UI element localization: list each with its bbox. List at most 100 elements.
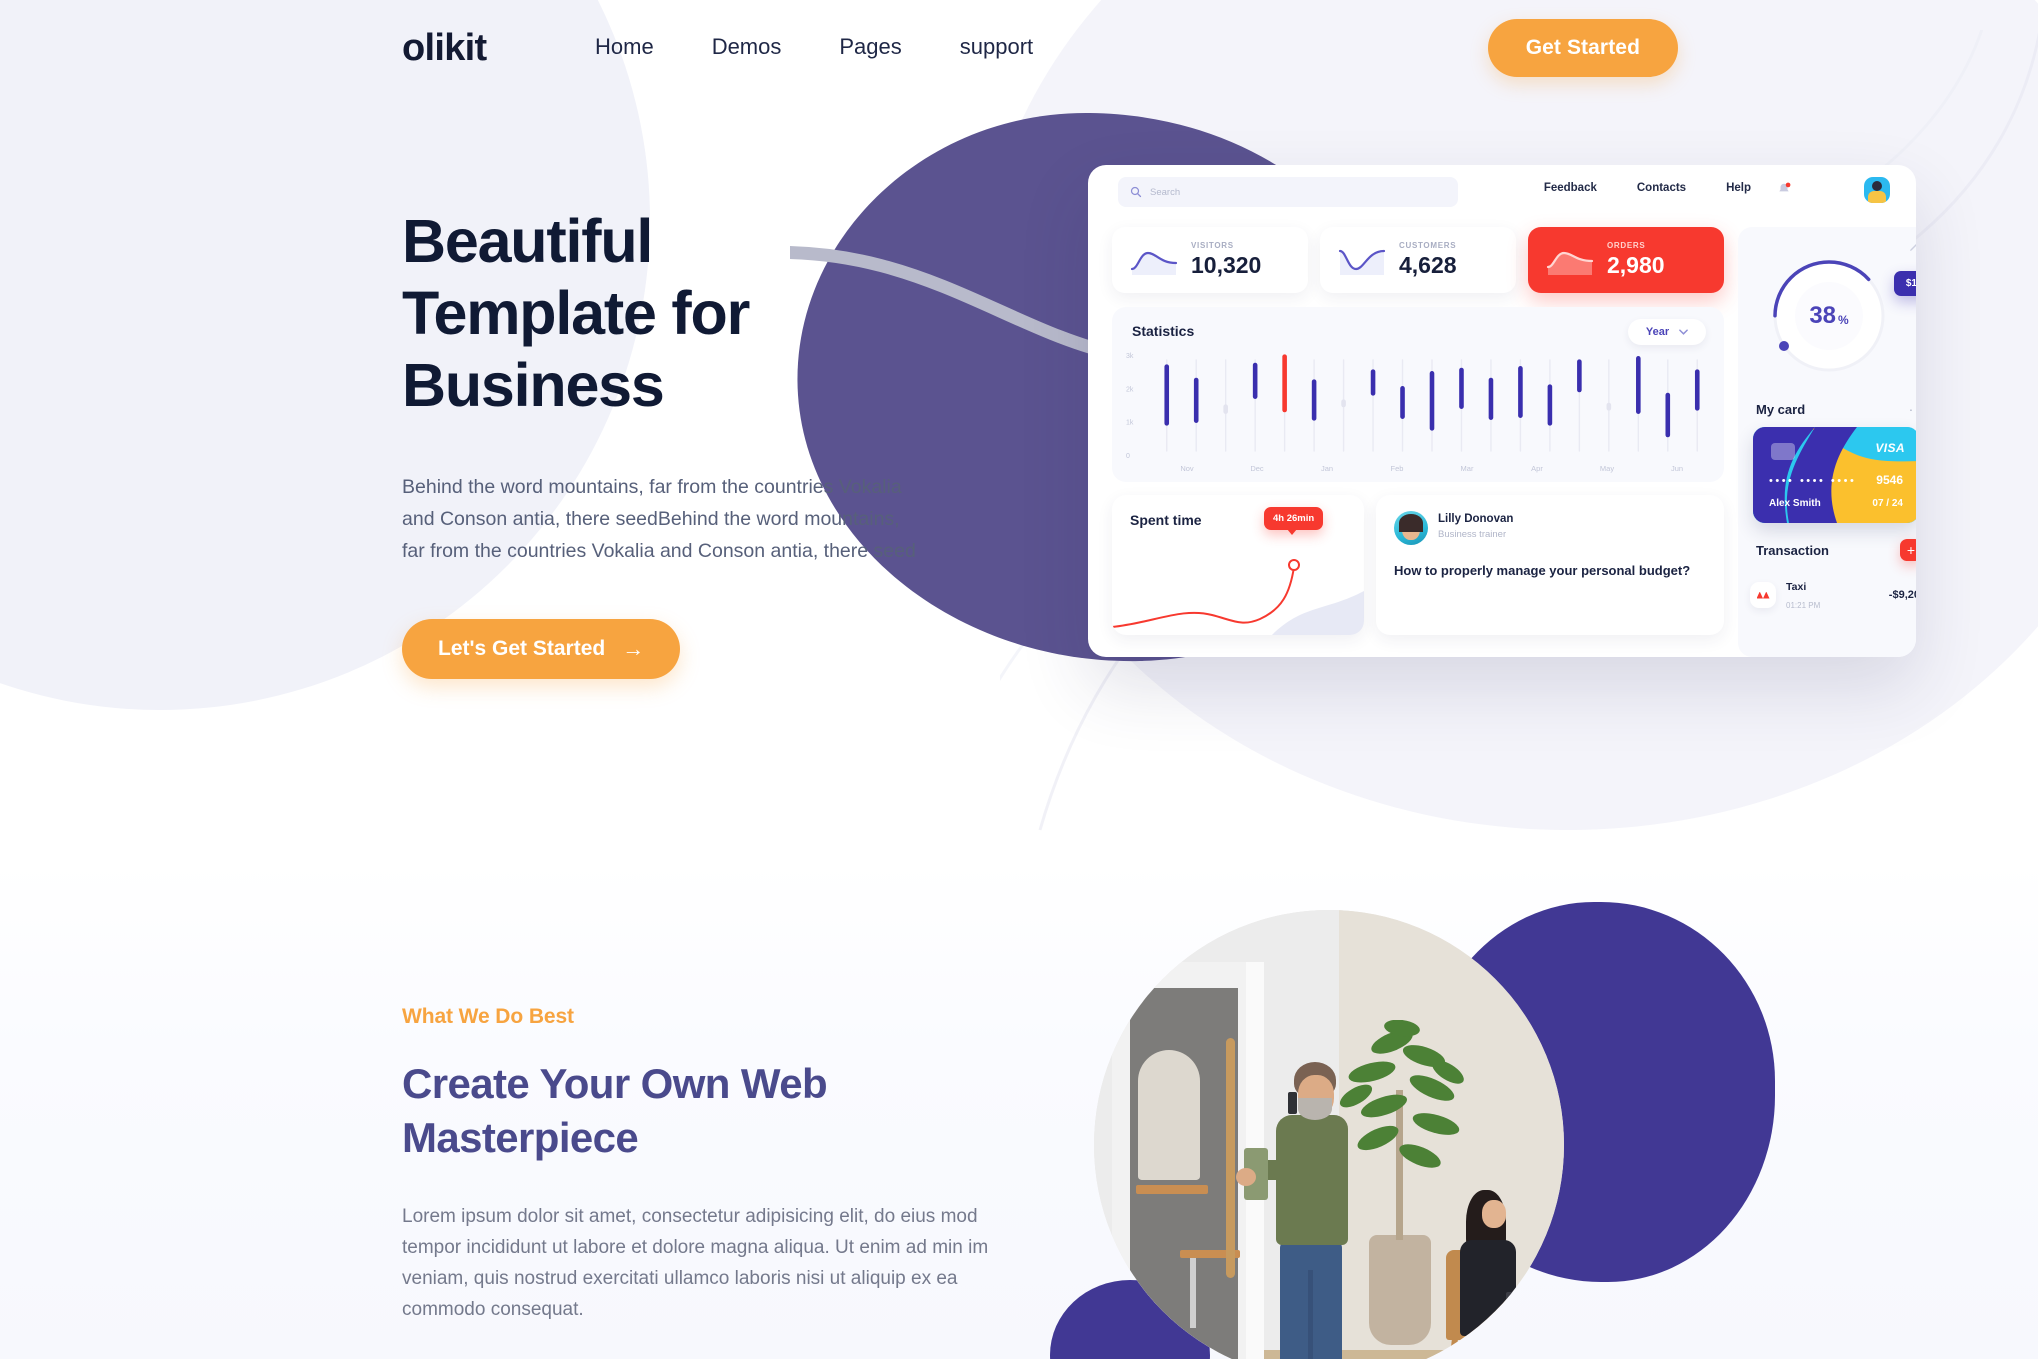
card-brand-label: VISA [1875,441,1905,455]
stat-card-text: ORDERS 2,980 [1607,241,1665,279]
stat-label: CUSTOMERS [1399,241,1457,250]
statistics-bar-chart: 0 1k 2k 3k Nov Dec Jan Feb Mar Apr May Jun [1126,353,1700,473]
section2-title: Create Your Own Web Masterpiece [402,1057,1022,1165]
hero-title-line-1: Beautiful [402,207,653,275]
card-holder-name: Alex Smith [1769,498,1821,509]
stat-value: 2,980 [1607,252,1665,278]
my-card-menu-icon[interactable]: ·· [1909,401,1916,417]
sparkline-icon [1130,251,1178,275]
svg-text:Feb: Feb [1391,464,1404,473]
office-photo [1094,910,1564,1359]
stat-card-text: VISITORS 10,320 [1191,241,1261,279]
search-icon [1130,186,1142,198]
stat-label: VISITORS [1191,241,1234,250]
hero-title-line-3: Business [402,351,665,419]
lets-get-started-label: Let's Get Started [438,637,606,660]
avatar-head [1872,181,1882,191]
transaction-time: 01:21 PM [1786,601,1821,610]
balance-amount-badge: $10,600 [1893,271,1916,296]
site-header: olikit Home Demos Pages support Get Star… [0,0,2038,98]
nav-item-home[interactable]: Home [566,34,683,60]
transaction-row[interactable]: Taxi 01:21 PM -$9,20 [1750,575,1916,615]
plant-foliage [1339,1020,1464,1168]
card-expiry: 07 / 24 [1872,498,1903,509]
arrow-right-icon: → [622,636,645,661]
sparkline-icon [1546,251,1594,275]
my-card-header: My card ·· [1756,401,1916,417]
transaction-title: Transaction [1756,542,1829,558]
nav-item-support[interactable]: support [931,34,1062,60]
svg-text:Mar: Mar [1461,464,1474,473]
svg-text:Jun: Jun [1671,464,1683,473]
author-avatar [1394,511,1428,545]
transaction-amount: -$9,20 [1888,589,1916,601]
article-panel[interactable]: Lilly Donovan Business trainer How to pr… [1376,495,1724,635]
stat-card-visitors[interactable]: VISITORS 10,320 [1112,227,1308,293]
transaction-category-icon [1750,582,1776,608]
svg-text:2k: 2k [1126,386,1134,393]
dashboard-user-avatar[interactable] [1864,177,1890,203]
statistics-title: Statistics [1132,323,1195,339]
lets-get-started-button[interactable]: Let's Get Started → [402,619,681,679]
notification-bell-icon[interactable] [1777,182,1791,196]
statistics-range-label: Year [1645,326,1670,338]
author-role: Business trainer [1438,529,1507,540]
stat-label: ORDERS [1607,241,1646,250]
dashboard-search-placeholder: Search [1150,186,1181,198]
percent-symbol: % [1838,313,1849,327]
chevron-down-icon [1679,329,1688,335]
balance-panel: 38 % $10,600 My card ·· VISA •••• •••• [1738,227,1916,657]
stat-card-customers[interactable]: CUSTOMERS 4,628 [1320,227,1516,293]
dashboard-link-help[interactable]: Help [1726,182,1751,194]
dashboard-mockup: Search Feedback Contacts Help VISITORS 1… [1088,165,1916,657]
section2-title-line-1: Create Your Own Web [402,1060,828,1107]
landing-page: olikit Home Demos Pages support Get Star… [0,0,2038,1359]
dashboard-search-input[interactable]: Search [1118,177,1458,207]
get-started-button[interactable]: Get Started [1487,19,1678,77]
avatar-hair [1399,514,1423,532]
stat-card-text: CUSTOMERS 4,628 [1399,241,1457,279]
balance-percent: 38 [1809,302,1837,329]
sparkline-icon [1338,249,1386,275]
spent-time-panel: Spent time 4h 26min [1112,495,1364,635]
stat-card-orders[interactable]: ORDERS 2,980 [1528,227,1724,293]
my-card-title: My card [1756,401,1806,417]
card-masked-digits: •••• •••• •••• [1769,475,1857,487]
svg-text:0: 0 [1126,453,1130,460]
card-chip-icon [1771,443,1795,460]
donut-center-label: 38 % [1764,251,1894,381]
nav-item-demos[interactable]: Demos [683,34,811,60]
hero-section: Beautiful Template for Business Behind t… [402,205,922,679]
dashboard-topbar: Search Feedback Contacts Help [1088,165,1916,220]
add-transaction-button[interactable]: + [1900,539,1916,561]
hero-title: Beautiful Template for Business [402,205,922,421]
transaction-header: Transaction + [1756,539,1916,561]
stat-value: 10,320 [1191,252,1262,278]
svg-text:Apr: Apr [1531,464,1543,473]
svg-text:May: May [1600,464,1614,473]
credit-card[interactable]: VISA •••• •••• •••• 9546 Alex Smith 07 /… [1753,427,1916,523]
edit-pencil-icon[interactable] [1908,241,1916,253]
author-name: Lilly Donovan [1438,513,1514,525]
section2-body: Lorem ipsum dolor sit amet, consectetur … [402,1206,989,1320]
stat-value: 4,628 [1399,252,1457,278]
section2-visual [1030,890,1775,1359]
hero-title-line-2: Template for [402,279,750,347]
article-title: How to properly manage your personal bud… [1394,563,1691,578]
statistics-panel: Statistics Year 0 1k 2k 3k Nov Dec Jan Feb Mar Ap… [1112,307,1724,482]
dashboard-link-feedback[interactable]: Feedback [1544,182,1597,194]
what-we-do-section: What We Do Best Create Your Own Web Mast… [402,1005,1022,1359]
svg-text:Jan: Jan [1321,464,1333,473]
svg-text:3k: 3k [1126,353,1134,360]
avatar-body [1868,191,1886,203]
transaction-name: Taxi [1786,581,1807,593]
dashboard-nav-links: Feedback Contacts Help [1544,182,1751,194]
balance-donut-chart: 38 % [1764,251,1894,381]
nav-item-pages[interactable]: Pages [810,34,930,60]
dashboard-link-contacts[interactable]: Contacts [1637,182,1686,194]
section2-title-line-2: Masterpiece [402,1114,639,1161]
logo[interactable]: olikit [402,27,487,70]
statistics-range-select[interactable]: Year [1628,319,1706,345]
svg-text:Dec: Dec [1250,464,1264,473]
card-last4: 9546 [1876,473,1903,487]
